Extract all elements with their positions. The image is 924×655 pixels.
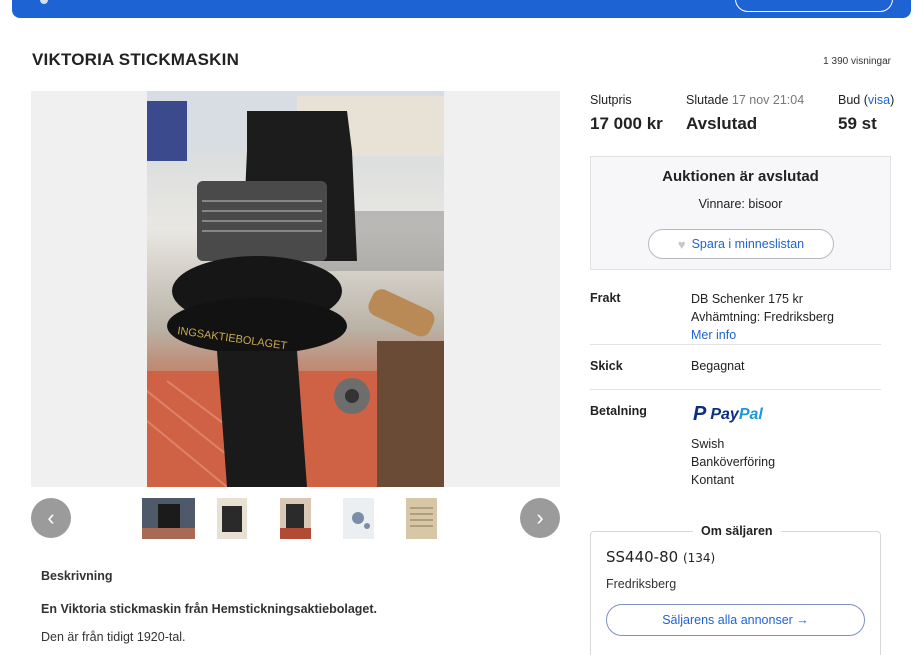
gallery-thumbnail[interactable] bbox=[343, 498, 374, 539]
seller-city: Fredriksberg bbox=[606, 577, 677, 591]
seller-rating: (134) bbox=[682, 551, 716, 565]
bids-label-group: Bud (visa) bbox=[838, 93, 894, 107]
bids-value: 59 st bbox=[838, 114, 877, 133]
seller-name-row[interactable]: SS440-80 (134) bbox=[606, 548, 715, 566]
pickup-label: Avhämtning: bbox=[691, 310, 764, 324]
knitting-machine-photo: INGSAKTIEBOLAGET bbox=[147, 91, 444, 487]
main-photo[interactable]: INGSAKTIEBOLAGET bbox=[147, 91, 444, 487]
payment-methods: Swish Banköverföring Kontant bbox=[691, 435, 775, 489]
description-text: Den är från tidigt 1920-tal. bbox=[41, 630, 186, 644]
divider bbox=[590, 344, 881, 345]
payment-label: Betalning bbox=[590, 404, 647, 418]
ended-value: Avslutad bbox=[686, 114, 758, 133]
ended-date: 17 nov 21:04 bbox=[731, 93, 805, 107]
seller-name[interactable]: SS440-80 bbox=[606, 548, 678, 566]
shipping-info: DB Schenker 175 kr Avhämtning: Fredriksb… bbox=[691, 290, 834, 344]
paypal-logo: P PayPal bbox=[693, 403, 763, 426]
view-count: 1 390 visningar bbox=[823, 56, 891, 67]
chevron-right-icon: › bbox=[536, 505, 544, 530]
final-price-label: Slutpris bbox=[590, 93, 632, 107]
auction-ended-title: Auktionen är avslutad bbox=[662, 168, 819, 185]
shipping-method: DB Schenker 175 kr bbox=[691, 292, 803, 306]
gallery-thumbnail[interactable] bbox=[142, 498, 195, 539]
save-button-label: Spara i minneslistan bbox=[691, 237, 805, 251]
paypal-icon: P bbox=[693, 403, 707, 425]
final-price-value: 17 000 kr bbox=[590, 114, 663, 133]
show-bids-link[interactable]: visa bbox=[868, 93, 890, 107]
listing-title: VIKTORIA STICKMASKIN bbox=[32, 50, 240, 69]
bids-close-paren: ) bbox=[890, 93, 895, 107]
nav-logo-icon[interactable] bbox=[40, 0, 48, 4]
description-bold-line: En Viktoria stickmaskin från Hemsticknin… bbox=[41, 602, 377, 616]
gallery-prev-button[interactable]: ‹ bbox=[31, 498, 71, 538]
seller-all-ads-button[interactable]: Säljarens alla annonser → bbox=[606, 604, 865, 636]
shipping-label: Frakt bbox=[590, 291, 621, 305]
gallery-next-button[interactable]: › bbox=[520, 498, 560, 538]
condition-label: Skick bbox=[590, 359, 623, 373]
pickup-city: Fredriksberg bbox=[763, 310, 834, 324]
payment-method-swish: Swish bbox=[691, 437, 725, 451]
top-navigation-bar bbox=[12, 0, 911, 18]
gallery-thumbnail[interactable] bbox=[406, 498, 437, 539]
nav-pill-button[interactable] bbox=[735, 0, 893, 12]
seller-box: Om säljaren SS440-80 (134) Fredriksberg … bbox=[590, 524, 881, 655]
image-gallery[interactable]: INGSAKTIEBOLAGET bbox=[31, 91, 560, 487]
ended-label-group: Slutade 17 nov 21:04 bbox=[686, 93, 804, 107]
more-info-link[interactable]: Mer info bbox=[691, 326, 834, 344]
payment-method-bank: Banköverföring bbox=[691, 455, 776, 469]
save-to-watchlist-button[interactable]: ♥ Spara i minneslistan bbox=[648, 229, 834, 259]
pickup-line: Avhämtning: Fredriksberg bbox=[691, 308, 834, 326]
seller-section-title: Om säljaren bbox=[693, 524, 781, 538]
description-heading: Beskrivning bbox=[41, 569, 113, 583]
gallery-thumbnail[interactable] bbox=[280, 498, 311, 539]
heart-icon: ♥ bbox=[677, 236, 686, 252]
condition-value: Begagnat bbox=[691, 359, 745, 373]
ended-label: Slutade bbox=[686, 93, 729, 107]
divider bbox=[590, 389, 881, 390]
chevron-left-icon: ‹ bbox=[47, 505, 55, 530]
bids-label: Bud bbox=[838, 93, 861, 107]
paypal-wordmark: PayPal bbox=[710, 405, 763, 423]
auction-status-box: Auktionen är avslutad Vinnare: bisoor ♥ … bbox=[590, 156, 891, 270]
payment-method-cash: Kontant bbox=[691, 473, 735, 487]
gallery-thumbnail[interactable] bbox=[217, 498, 247, 539]
winner-text: Vinnare: bisoor bbox=[698, 197, 783, 211]
